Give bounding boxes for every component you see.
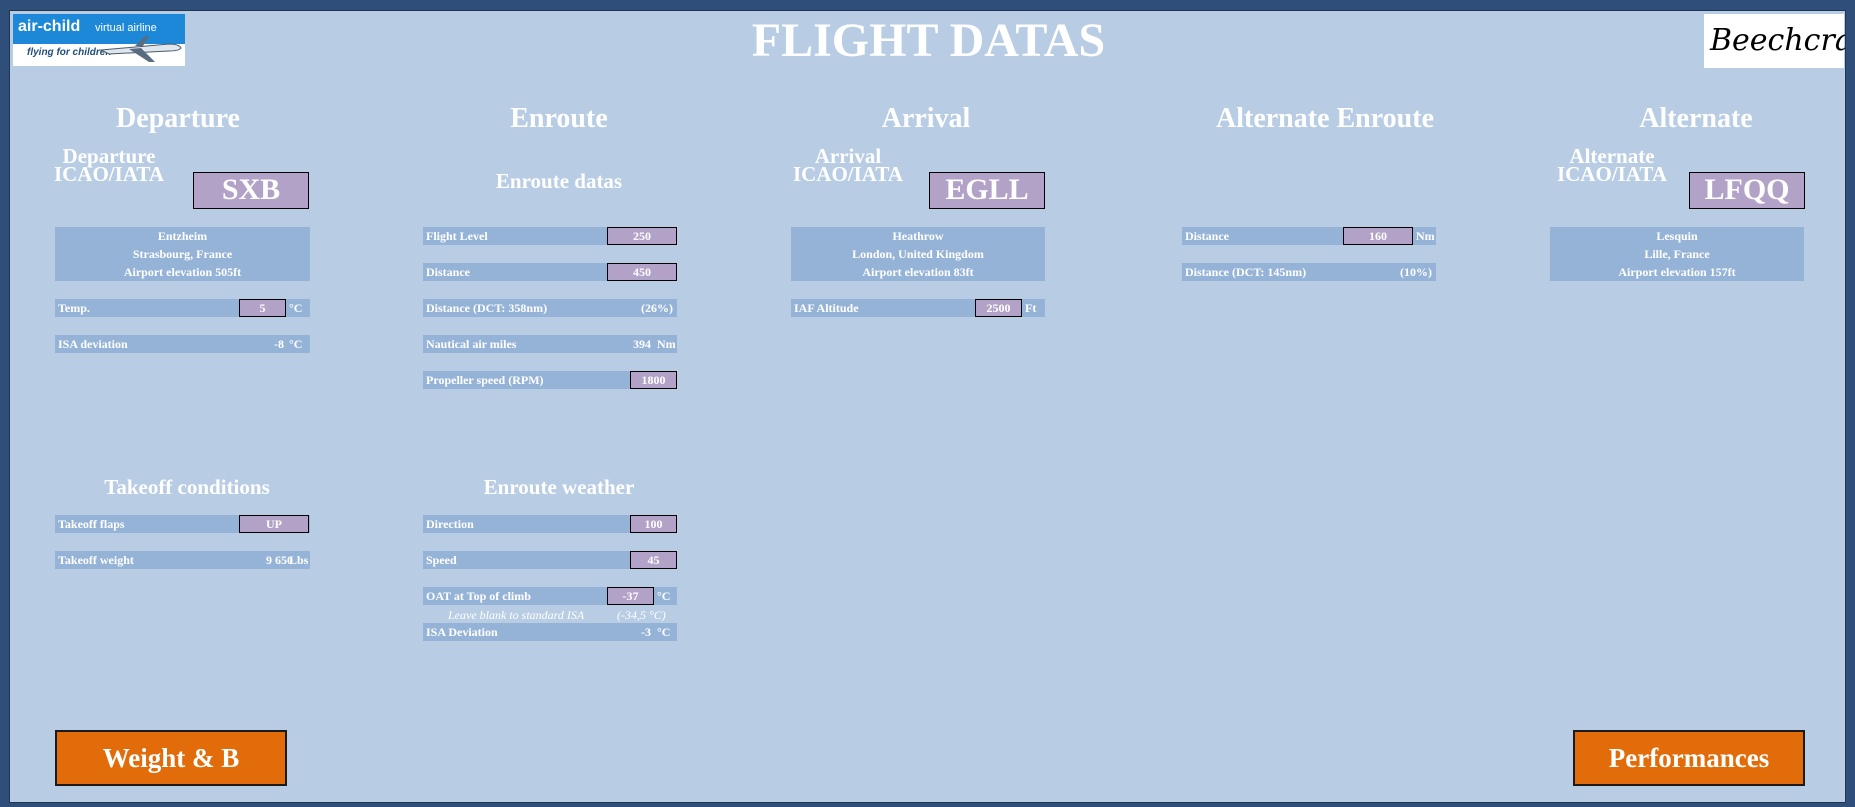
takeoff-weight-value: 9 650 <box>266 553 293 567</box>
alternate-distance-unit: Nm <box>1416 229 1435 243</box>
arrival-icao-label-line2: ICAO/IATA <box>792 162 904 186</box>
departure-icao-label: Departure ICAO/IATA <box>48 146 170 186</box>
takeoff-heading: Takeoff conditions <box>104 475 270 499</box>
nautical-air-miles-unit: Nm <box>657 337 676 351</box>
alternate-airport-name: Lesquin <box>1656 229 1698 243</box>
departure-airport-name: Entzheim <box>157 229 208 243</box>
iaf-altitude-field[interactable]: 2500 <box>975 299 1022 317</box>
enroute-heading: Enroute <box>510 103 608 134</box>
arrival-icao-label: Arrival ICAO/IATA <box>787 146 909 186</box>
wind-direction-label: Direction <box>426 517 474 531</box>
propeller-speed-field[interactable]: 1800 <box>630 371 677 389</box>
takeoff-flaps-field[interactable]: UP <box>239 515 309 533</box>
alternate-city: Lille, France <box>1644 247 1710 261</box>
weight-balance-button[interactable]: Weight & B <box>55 730 287 786</box>
alternate-code-field[interactable]: LFQQ <box>1689 172 1805 209</box>
enroute-weather-heading: Enroute weather <box>483 475 635 499</box>
wind-speed-label: Speed <box>426 553 457 567</box>
departure-isa-value: -8 <box>274 337 284 351</box>
arrival-city: London, United Kingdom <box>852 247 984 261</box>
iaf-altitude-unit: Ft <box>1025 301 1037 315</box>
departure-temp-unit: °C <box>289 301 303 315</box>
alternate-icao-label: Alternate ICAO/IATA <box>1551 146 1673 186</box>
distance-label: Distance <box>426 265 470 279</box>
alternate-heading: Alternate <box>1639 103 1753 134</box>
oat-note: Leave blank to standard ISA <box>448 608 585 622</box>
departure-city: Strasbourg, France <box>132 247 233 261</box>
wind-direction-field[interactable]: 100 <box>630 515 677 533</box>
performances-button[interactable]: Performances <box>1573 730 1805 786</box>
enroute-isa-unit: °C <box>657 625 671 639</box>
alternate-distance-label: Distance <box>1185 229 1229 243</box>
distance-field[interactable]: 450 <box>607 263 677 281</box>
alternate-dct-value: (10%) <box>1400 265 1432 279</box>
flight-level-field[interactable]: 250 <box>607 227 677 245</box>
arrival-airport-name: Heathrow <box>892 229 944 243</box>
takeoff-flaps-label: Takeoff flaps <box>58 517 125 531</box>
nautical-air-miles-value: 394 <box>633 337 651 351</box>
alternate-enroute-heading: Alternate Enroute <box>1216 103 1434 134</box>
enroute-isa-label: ISA Deviation <box>426 625 498 639</box>
flight-level-label: Flight Level <box>426 229 488 243</box>
departure-isa-unit: °C <box>289 337 303 351</box>
oat-unit: °C <box>657 589 671 603</box>
arrival-code-field[interactable]: EGLL <box>929 172 1045 209</box>
enroute-isa-value: -3 <box>641 625 651 639</box>
window-frame: air-child virtual airline flying for chi… <box>0 0 1855 807</box>
departure-code-field[interactable]: SXB <box>193 172 309 209</box>
iaf-altitude-label: IAF Altitude <box>794 301 859 315</box>
alternate-airport-info: Lesquin Lille, France Airport elevation … <box>1550 227 1804 281</box>
spreadsheet-area: air-child virtual airline flying for chi… <box>9 10 1846 803</box>
distance-dct-label: Distance (DCT: 358nm) <box>426 301 548 315</box>
nautical-air-miles-label: Nautical air miles <box>426 337 517 351</box>
departure-temp-field[interactable]: 5 <box>239 299 286 317</box>
alternate-distance-field[interactable]: 160 <box>1343 227 1413 245</box>
alternate-icao-label-line2: ICAO/IATA <box>1556 162 1668 186</box>
enroute-subheading: Enroute datas <box>495 169 623 193</box>
distance-dct-value: (26%) <box>641 301 673 315</box>
departure-airport-info: Entzheim Strasbourg, France Airport elev… <box>55 227 310 281</box>
propeller-speed-label: Propeller speed (RPM) <box>426 373 544 387</box>
takeoff-weight-unit: Lbs <box>289 553 309 567</box>
departure-temp-label: Temp. <box>58 301 90 315</box>
departure-icao-label-line2: ICAO/IATA <box>53 162 165 186</box>
alternate-elevation: Airport elevation 157ft <box>1618 265 1736 279</box>
oat-field[interactable]: -37 <box>607 587 654 605</box>
oat-standard-value: (-34,5 °C) <box>617 608 666 622</box>
arrival-airport-info: Heathrow London, United Kingdom Airport … <box>791 227 1045 281</box>
departure-heading: Departure <box>116 103 240 134</box>
alternate-dct-label: Distance (DCT: 145nm) <box>1185 265 1307 279</box>
wind-speed-field[interactable]: 45 <box>630 551 677 569</box>
departure-isa-label: ISA deviation <box>58 337 128 351</box>
arrival-elevation: Airport elevation 83ft <box>862 265 974 279</box>
page-title: FLIGHT DATAS <box>751 14 1106 67</box>
departure-elevation: Airport elevation 505ft <box>123 265 242 279</box>
takeoff-weight-label: Takeoff weight <box>58 553 134 567</box>
arrival-heading: Arrival <box>881 103 971 134</box>
oat-label: OAT at Top of climb <box>426 589 531 603</box>
